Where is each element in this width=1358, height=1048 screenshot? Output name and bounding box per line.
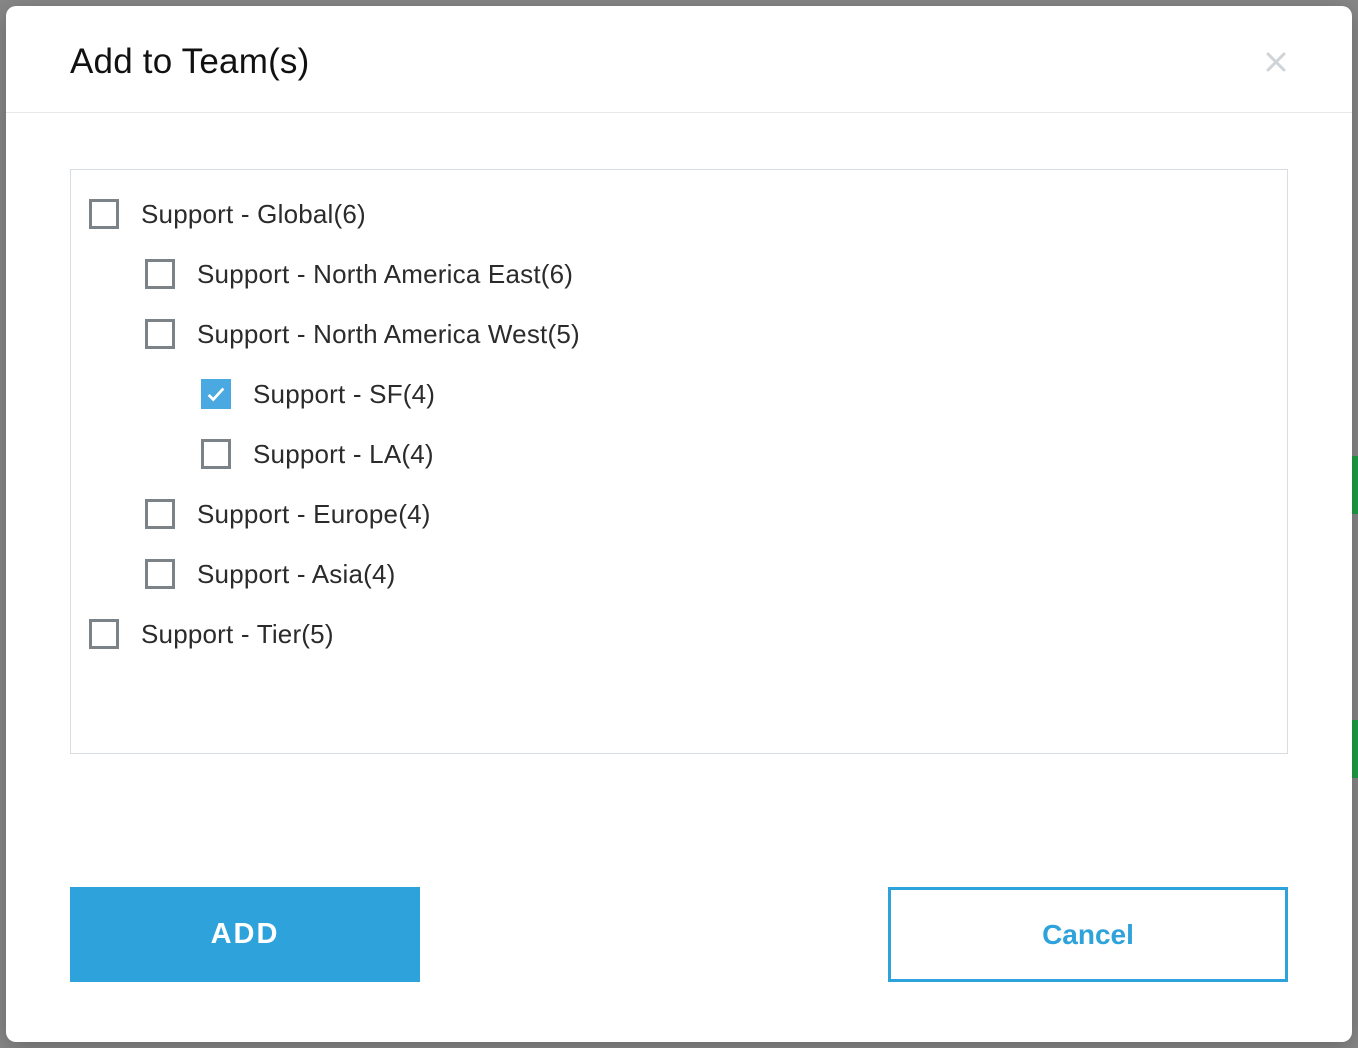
- team-label: Support - LA(4): [253, 439, 434, 470]
- team-checkbox[interactable]: [145, 499, 175, 529]
- team-label: Support - Tier(5): [141, 619, 334, 650]
- team-checkbox[interactable]: [89, 199, 119, 229]
- team-label: Support - Asia(4): [197, 559, 396, 590]
- team-row[interactable]: Support - LA(4): [89, 424, 1269, 484]
- team-label: Support - Global(6): [141, 199, 366, 230]
- team-label: Support - Europe(4): [197, 499, 431, 530]
- team-row[interactable]: Support - SF(4): [89, 364, 1269, 424]
- check-icon: [205, 383, 227, 405]
- modal-header: Add to Team(s): [6, 6, 1352, 113]
- team-checkbox[interactable]: [145, 559, 175, 589]
- team-row[interactable]: Support - Europe(4): [89, 484, 1269, 544]
- cancel-button[interactable]: Cancel: [888, 887, 1288, 982]
- add-to-teams-modal: Add to Team(s) Support - Global(6)Suppor…: [6, 6, 1352, 1042]
- team-checkbox[interactable]: [201, 439, 231, 469]
- close-button[interactable]: [1258, 44, 1294, 80]
- modal-footer: ADD Cancel: [6, 827, 1352, 1042]
- team-label: Support - North America East(6): [197, 259, 573, 290]
- close-icon: [1264, 50, 1288, 74]
- team-label: Support - North America West(5): [197, 319, 580, 350]
- modal-body: Support - Global(6) Support - North Ameri…: [6, 113, 1352, 827]
- team-row[interactable]: Support - Global(6): [89, 184, 1269, 244]
- team-row[interactable]: Support - North America West(5): [89, 304, 1269, 364]
- team-row[interactable]: Support - North America East(6): [89, 244, 1269, 304]
- modal-title: Add to Team(s): [70, 42, 309, 82]
- team-checkbox[interactable]: [201, 379, 231, 409]
- team-row[interactable]: Support - Asia(4): [89, 544, 1269, 604]
- team-checkbox[interactable]: [145, 259, 175, 289]
- team-label: Support - SF(4): [253, 379, 435, 410]
- add-button[interactable]: ADD: [70, 887, 420, 982]
- team-checkbox[interactable]: [145, 319, 175, 349]
- team-row[interactable]: Support - Tier(5): [89, 604, 1269, 664]
- teams-tree[interactable]: Support - Global(6) Support - North Ameri…: [70, 169, 1288, 754]
- team-checkbox[interactable]: [89, 619, 119, 649]
